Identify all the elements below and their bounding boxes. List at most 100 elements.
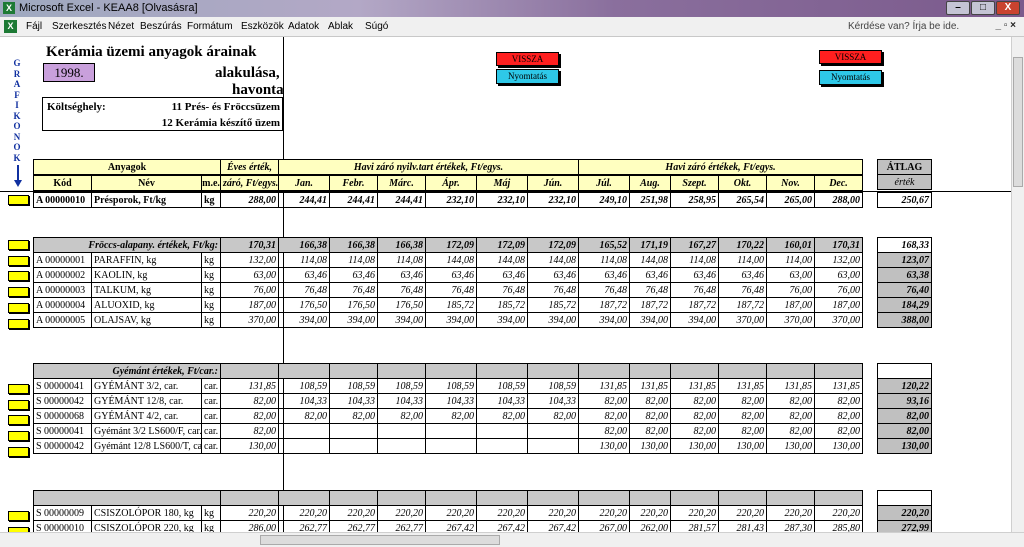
code-cell[interactable]: S 00000042 bbox=[33, 438, 92, 454]
month-value-cell[interactable]: 76,48 bbox=[527, 282, 580, 298]
year-value-cell[interactable]: 286,00 bbox=[220, 520, 280, 532]
month-value-cell[interactable]: 287,30 bbox=[766, 520, 816, 532]
row-select-button[interactable] bbox=[8, 287, 29, 298]
row-select-button[interactable] bbox=[8, 384, 29, 394]
month-value-cell[interactable]: 281,43 bbox=[718, 520, 768, 532]
unit-cell[interactable]: car. bbox=[200, 378, 222, 394]
month-value-cell[interactable]: 131,85 bbox=[670, 378, 720, 394]
row-select-button[interactable] bbox=[8, 195, 29, 205]
month-value-cell[interactable]: 130,00 bbox=[670, 438, 720, 454]
name-cell[interactable]: KAOLIN, kg bbox=[91, 267, 202, 283]
grafikonok-link[interactable]: GRAFIKONOK bbox=[12, 58, 22, 163]
month-value-cell[interactable]: 82,00 bbox=[718, 408, 768, 424]
month-value-cell[interactable]: 76,48 bbox=[377, 282, 427, 298]
month-value-cell[interactable]: 82,00 bbox=[527, 408, 580, 424]
unit-cell[interactable]: kg bbox=[200, 297, 222, 313]
month-value-cell[interactable]: 104,33 bbox=[527, 393, 580, 409]
month-value-cell[interactable] bbox=[329, 438, 379, 454]
month-value-cell[interactable]: 220,20 bbox=[377, 505, 427, 521]
month-value-cell[interactable]: 281,57 bbox=[670, 520, 720, 532]
table-row[interactable]: S 00000009 CSISZOLÓPOR 180, kg kg 220,20 220… bbox=[33, 505, 864, 521]
month-value-cell[interactable]: 176,50 bbox=[377, 297, 427, 313]
unit-cell[interactable]: kg bbox=[201, 192, 221, 208]
month-value-cell[interactable]: 394,00 bbox=[527, 312, 580, 328]
month-value-cell[interactable]: 114,08 bbox=[278, 252, 331, 268]
year-value-cell[interactable]: 82,00 bbox=[220, 408, 280, 424]
menu-tools[interactable]: Eszközök bbox=[241, 21, 284, 32]
month-value-cell[interactable]: 220,20 bbox=[425, 505, 478, 521]
month-value-cell[interactable]: 130,00 bbox=[629, 438, 672, 454]
month-value-cell[interactable]: 63,46 bbox=[425, 267, 478, 283]
year-value-cell[interactable]: 76,00 bbox=[220, 282, 280, 298]
menu-help[interactable]: Súgó bbox=[365, 21, 388, 32]
unit-cell[interactable]: car. bbox=[200, 393, 222, 409]
month-value-cell[interactable]: 131,85 bbox=[718, 378, 768, 394]
month-value-cell[interactable]: 82,00 bbox=[814, 408, 864, 424]
year-value-cell[interactable]: 288,00 bbox=[220, 192, 279, 208]
month-value-cell[interactable]: 82,00 bbox=[578, 393, 631, 409]
month-value-cell[interactable]: 220,20 bbox=[476, 505, 529, 521]
close-button[interactable]: X bbox=[996, 1, 1020, 15]
vertical-scrollbar[interactable] bbox=[1011, 37, 1024, 532]
table-row[interactable]: A 00000005 OLAJSAV, kg kg 370,00 394,00 394,0… bbox=[33, 312, 864, 328]
code-cell[interactable]: S 00000068 bbox=[33, 408, 92, 424]
month-value-cell[interactable]: 76,48 bbox=[329, 282, 379, 298]
month-value-cell[interactable]: 76,48 bbox=[629, 282, 672, 298]
table-row[interactable]: A 00000001 PARAFFIN, kg kg 132,00 114,08 114,… bbox=[33, 252, 864, 268]
code-cell[interactable]: A 00000002 bbox=[33, 267, 92, 283]
month-value-cell[interactable]: 187,72 bbox=[578, 297, 631, 313]
menu-insert[interactable]: Beszúrás bbox=[140, 21, 182, 32]
month-value-cell[interactable]: 82,00 bbox=[329, 408, 379, 424]
month-value-cell[interactable]: 76,00 bbox=[814, 282, 864, 298]
scroll-thumb[interactable] bbox=[1013, 57, 1023, 187]
month-value-cell[interactable]: 82,00 bbox=[476, 408, 529, 424]
row-select-button[interactable] bbox=[8, 431, 29, 442]
name-cell[interactable]: Gyémánt 12/8 LS600/T, car. bbox=[91, 438, 202, 454]
unit-cell[interactable]: car. bbox=[200, 438, 222, 454]
row-select-button[interactable] bbox=[8, 255, 29, 266]
month-value-cell[interactable]: 82,00 bbox=[670, 393, 720, 409]
month-value-cell[interactable]: 267,42 bbox=[476, 520, 529, 532]
code-cell[interactable]: S 00000042 bbox=[33, 393, 92, 409]
month-value-cell[interactable]: 63,00 bbox=[766, 267, 816, 283]
code-cell[interactable]: A 00000004 bbox=[33, 297, 92, 313]
month-value-cell[interactable]: 144,08 bbox=[629, 252, 672, 268]
code-cell[interactable]: S 00000009 bbox=[33, 505, 92, 521]
year-value-cell[interactable]: 132,00 bbox=[220, 252, 280, 268]
row-select-button[interactable] bbox=[8, 240, 29, 250]
month-value-cell[interactable]: 114,08 bbox=[670, 252, 720, 268]
name-cell[interactable]: OLAJSAV, kg bbox=[91, 312, 202, 328]
month-value-cell[interactable]: 63,46 bbox=[578, 267, 631, 283]
month-value-cell[interactable]: 82,00 bbox=[377, 408, 427, 424]
month-value-cell[interactable]: 76,48 bbox=[425, 282, 478, 298]
month-value-cell[interactable]: 249,10 bbox=[578, 192, 630, 208]
month-value-cell[interactable] bbox=[476, 423, 529, 439]
month-value-cell[interactable]: 394,00 bbox=[670, 312, 720, 328]
year-value-cell[interactable]: 131,85 bbox=[220, 378, 280, 394]
month-value-cell[interactable]: 114,00 bbox=[718, 252, 768, 268]
horizontal-scrollbar[interactable] bbox=[0, 532, 1024, 547]
month-value-cell[interactable] bbox=[278, 438, 331, 454]
month-value-cell[interactable]: 267,42 bbox=[527, 520, 580, 532]
month-value-cell[interactable]: 176,50 bbox=[278, 297, 331, 313]
month-value-cell[interactable]: 82,00 bbox=[766, 408, 816, 424]
month-value-cell[interactable]: 132,00 bbox=[814, 252, 864, 268]
month-value-cell[interactable]: 220,20 bbox=[629, 505, 672, 521]
month-value-cell[interactable]: 220,20 bbox=[718, 505, 768, 521]
month-value-cell[interactable]: 187,00 bbox=[814, 297, 864, 313]
month-value-cell[interactable]: 114,08 bbox=[329, 252, 379, 268]
month-value-cell[interactable]: 82,00 bbox=[670, 423, 720, 439]
month-value-cell[interactable]: 82,00 bbox=[718, 393, 768, 409]
table-row[interactable]: S 00000041 GYÉMÁNT 3/2, car. car. 131,85 108… bbox=[33, 378, 864, 394]
month-value-cell[interactable]: 285,80 bbox=[814, 520, 864, 532]
table-row[interactable]: S 00000042 GYÉMÁNT 12/8, car. car. 82,00 104… bbox=[33, 393, 864, 409]
month-value-cell[interactable]: 63,46 bbox=[629, 267, 672, 283]
table-row[interactable]: S 00000068 GYÉMÁNT 4/2, car. car. 82,00 82,0… bbox=[33, 408, 864, 424]
month-value-cell[interactable]: 63,46 bbox=[670, 267, 720, 283]
month-value-cell[interactable]: 63,46 bbox=[377, 267, 427, 283]
year-value-cell[interactable]: 82,00 bbox=[220, 423, 280, 439]
unit-cell[interactable]: kg bbox=[200, 267, 222, 283]
menu-window[interactable]: Ablak bbox=[328, 21, 353, 32]
month-value-cell[interactable]: 265,00 bbox=[766, 192, 815, 208]
month-value-cell[interactable]: 370,00 bbox=[766, 312, 816, 328]
